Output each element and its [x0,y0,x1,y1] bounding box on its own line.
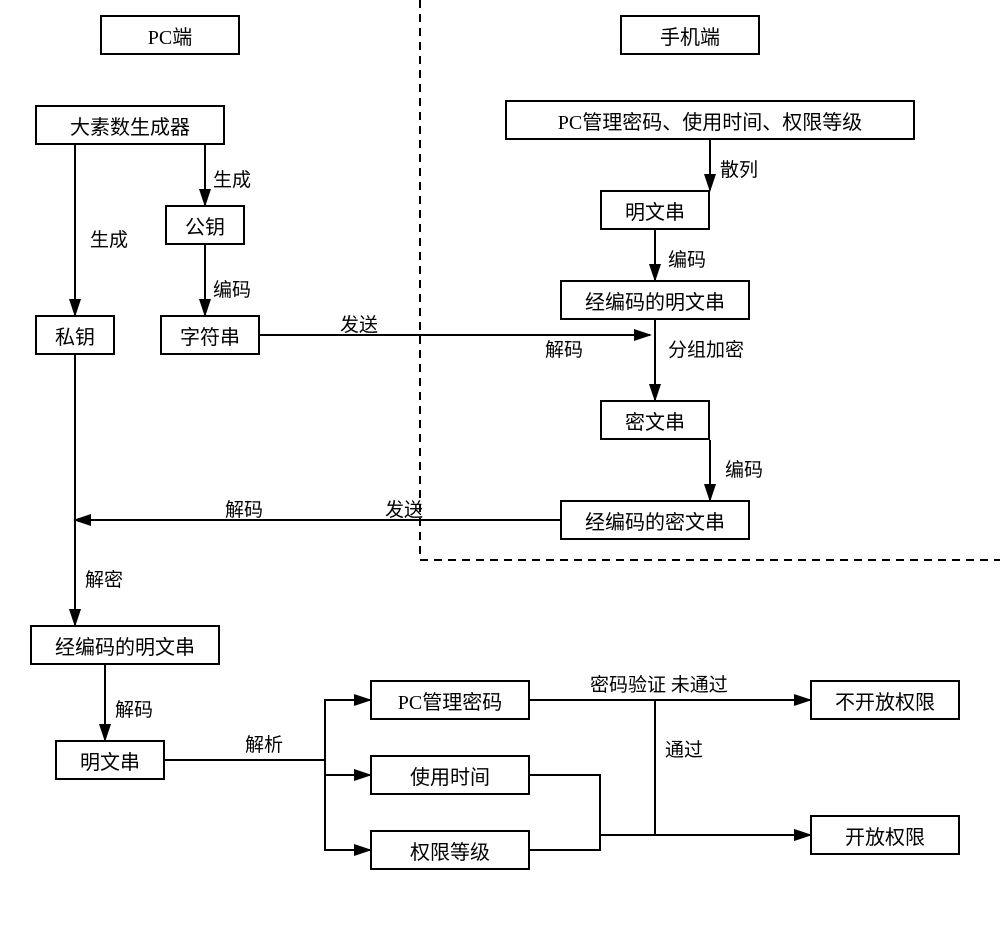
pc-encoded-plaintext-box: 经编码的明文串 [30,625,220,665]
grant-box: 开放权限 [810,815,960,855]
encoded-ciphertext-box: 经编码的密文串 [560,500,750,540]
encode-label-3: 编码 [725,455,763,482]
pass-label: 通过 [665,735,703,762]
verify-fail-label: 密码验证 未通过 [590,670,728,697]
encode-label-2: 编码 [668,245,706,272]
send-label-2: 发送 [385,495,423,522]
pc-password-box: PC管理密码 [370,680,530,720]
parse-label: 解析 [245,730,283,757]
permission-level-box: 权限等级 [370,830,530,870]
generate-label-2: 生成 [213,165,251,192]
private-key-box: 私钥 [35,315,115,355]
diagram-canvas: PC端 手机端 大素数生成器 公钥 私钥 字符串 PC管理密码、使用时间、权限等… [0,0,1000,929]
group-encrypt-label: 分组加密 [668,335,744,362]
usage-time-box: 使用时间 [370,755,530,795]
send-label-1: 发送 [340,310,378,337]
encode-label-1: 编码 [213,275,251,302]
prime-generator-box: 大素数生成器 [35,105,225,145]
public-key-box: 公钥 [165,205,245,245]
pc-plaintext-box: 明文串 [55,740,165,780]
generate-label-1: 生成 [90,225,128,252]
ciphertext-box: 密文串 [600,400,710,440]
decode-label-send: 解码 [225,495,263,522]
phone-encoded-plaintext-box: 经编码的明文串 [560,280,750,320]
string-box: 字符串 [160,315,260,355]
decrypt-label: 解密 [85,565,123,592]
phone-input-box: PC管理密码、使用时间、权限等级 [505,100,915,140]
decode-label-phone: 解码 [545,335,583,362]
phone-side-title: 手机端 [620,15,760,55]
hash-label: 散列 [720,155,758,182]
pc-side-title: PC端 [100,15,240,55]
decode-label-2: 解码 [115,695,153,722]
deny-box: 不开放权限 [810,680,960,720]
phone-plaintext-box: 明文串 [600,190,710,230]
